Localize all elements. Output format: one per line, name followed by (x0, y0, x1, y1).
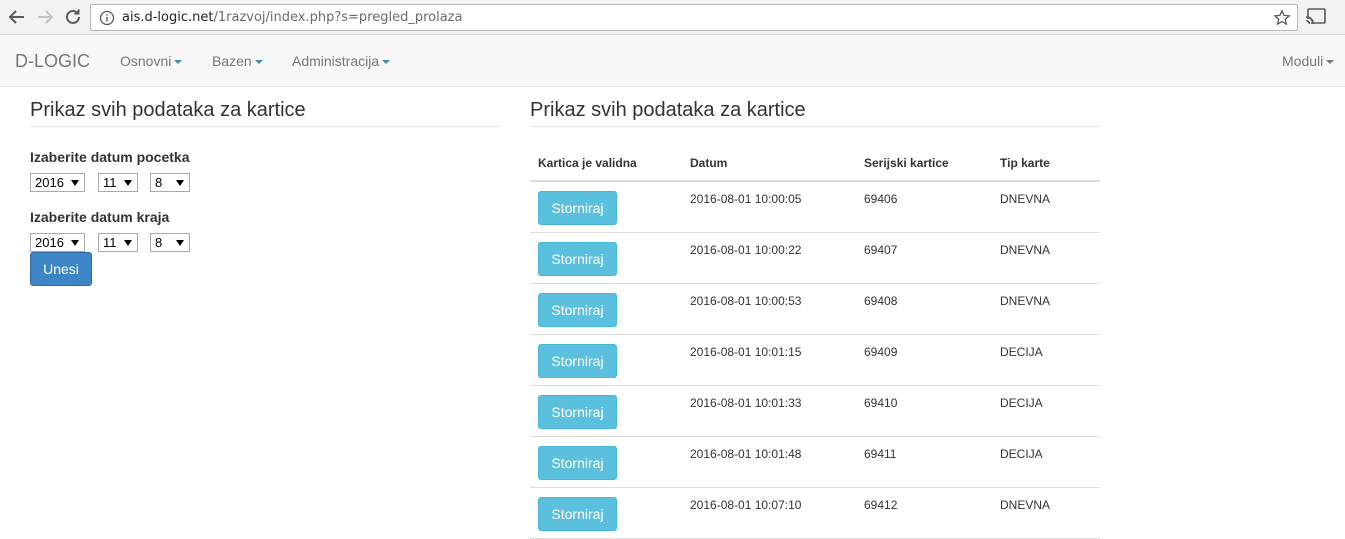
table-title: Prikaz svih podataka za kartice (530, 99, 806, 121)
start-day-value: 8 (155, 175, 163, 190)
menu-moduli[interactable]: Moduli (1282, 53, 1335, 69)
menu-bazen[interactable]: Bazen (212, 53, 263, 69)
cell-serijski: 69408 (864, 294, 898, 308)
end-year-select[interactable]: 2016 (30, 233, 85, 252)
brand-logo[interactable]: D-LOGIC (15, 51, 90, 72)
form-title-divider (30, 126, 500, 127)
address-bar[interactable]: ais.d-logic.net/1razvoj/index.php?s=preg… (90, 4, 1298, 31)
table-row: Storniraj 2016-08-01 10:07:10 69412 DNEVNA (530, 488, 1100, 539)
forward-icon[interactable] (34, 6, 56, 28)
header-tip-karte: Tip karte (1000, 156, 1050, 170)
cell-tip: DECIJA (1000, 396, 1043, 410)
form-title: Prikaz svih podataka za kartice (30, 99, 306, 121)
browser-toolbar: ais.d-logic.net/1razvoj/index.php?s=preg… (0, 0, 1345, 35)
storniraj-button[interactable]: Storniraj (538, 395, 617, 429)
end-year-value: 2016 (35, 235, 64, 250)
url-text: ais.d-logic.net/1razvoj/index.php?s=preg… (122, 10, 462, 25)
cast-icon[interactable] (1305, 7, 1327, 27)
storniraj-button[interactable]: Storniraj (538, 191, 617, 225)
cell-tip: DECIJA (1000, 447, 1043, 461)
cell-serijski: 69407 (864, 243, 898, 257)
storniraj-button[interactable]: Storniraj (538, 446, 617, 480)
end-day-select[interactable]: 8 (150, 233, 190, 252)
cell-tip: DNEVNA (1000, 192, 1051, 206)
menu-moduli-label: Moduli (1282, 53, 1324, 69)
menu-administracija-label: Administracija (292, 53, 380, 69)
cell-serijski: 69411 (864, 447, 897, 461)
storniraj-button[interactable]: Storniraj (538, 293, 617, 327)
dropdown-arrow-icon (176, 180, 184, 186)
bookmark-star-icon[interactable] (1273, 9, 1291, 27)
dropdown-arrow-icon (124, 180, 132, 186)
caret-down-icon (174, 60, 183, 65)
cell-serijski: 69412 (864, 498, 898, 512)
start-date-label: Izaberite datum pocetka (30, 149, 190, 165)
end-day-value: 8 (155, 235, 163, 250)
table-row: Storniraj 2016-08-01 10:01:48 69411 DECIJA (530, 437, 1100, 488)
cell-tip: DNEVNA (1000, 498, 1051, 512)
storniraj-button[interactable]: Storniraj (538, 242, 617, 276)
cell-datum: 2016-08-01 10:01:33 (690, 396, 802, 410)
url-path: /1razvoj/index.php?s=pregled_prolaza (213, 10, 463, 25)
caret-down-icon (254, 60, 263, 65)
storniraj-button[interactable]: Storniraj (538, 344, 617, 378)
caret-down-icon (1326, 60, 1335, 65)
reload-icon[interactable] (62, 6, 84, 28)
start-year-value: 2016 (35, 175, 64, 190)
end-month-value: 11 (103, 235, 117, 250)
table-row: Storniraj 2016-08-01 10:01:33 69410 DECIJA (530, 386, 1100, 437)
submit-button[interactable]: Unesi (30, 252, 92, 286)
header-kartica-validna: Kartica je validna (538, 156, 637, 170)
cell-datum: 2016-08-01 10:01:48 (690, 447, 802, 461)
start-month-select[interactable]: 11 (98, 173, 138, 192)
app-navbar: D-LOGIC Osnovni Bazen Administracija Mod… (0, 36, 1345, 87)
dropdown-arrow-icon (124, 240, 132, 246)
header-datum: Datum (690, 156, 728, 170)
info-icon[interactable] (99, 10, 115, 26)
url-host: ais.d-logic.net (122, 10, 214, 25)
header-serijski: Serijski kartice (864, 156, 949, 170)
cell-tip: DECIJA (1000, 345, 1043, 359)
table-title-divider (530, 126, 1100, 127)
menu-administracija[interactable]: Administracija (292, 53, 391, 69)
cell-datum: 2016-08-01 10:00:05 (690, 192, 802, 206)
start-month-value: 11 (103, 175, 117, 190)
cell-datum: 2016-08-01 10:00:53 (690, 294, 802, 308)
table-row: Storniraj 2016-08-01 10:01:15 69409 DECIJA (530, 335, 1100, 386)
cell-datum: 2016-08-01 10:00:22 (690, 243, 802, 257)
table-row: Storniraj 2016-08-01 10:00:22 69407 DNEVNA (530, 233, 1100, 284)
cell-serijski: 69406 (864, 192, 898, 206)
table-row: Storniraj 2016-08-01 10:00:53 69408 DNEVNA (530, 284, 1100, 335)
dropdown-arrow-icon (71, 180, 79, 186)
dropdown-arrow-icon (176, 240, 184, 246)
cell-serijski: 69410 (864, 396, 898, 410)
caret-down-icon (382, 60, 391, 65)
end-month-select[interactable]: 11 (98, 233, 138, 252)
cell-serijski: 69409 (864, 345, 898, 359)
end-date-label: Izaberite datum kraja (30, 209, 170, 225)
cell-datum: 2016-08-01 10:01:15 (690, 345, 802, 359)
menu-osnovni[interactable]: Osnovni (120, 53, 183, 69)
menu-osnovni-label: Osnovni (120, 53, 172, 69)
cell-tip: DNEVNA (1000, 243, 1051, 257)
start-day-select[interactable]: 8 (150, 173, 190, 192)
start-year-select[interactable]: 2016 (30, 173, 85, 192)
storniraj-button[interactable]: Storniraj (538, 497, 617, 531)
table-row: Storniraj 2016-08-01 10:00:05 69406 DNEVNA (530, 182, 1100, 233)
cell-datum: 2016-08-01 10:07:10 (690, 498, 802, 512)
menu-bazen-label: Bazen (212, 53, 252, 69)
back-icon[interactable] (6, 6, 28, 28)
cell-tip: DNEVNA (1000, 294, 1051, 308)
dropdown-arrow-icon (71, 240, 79, 246)
